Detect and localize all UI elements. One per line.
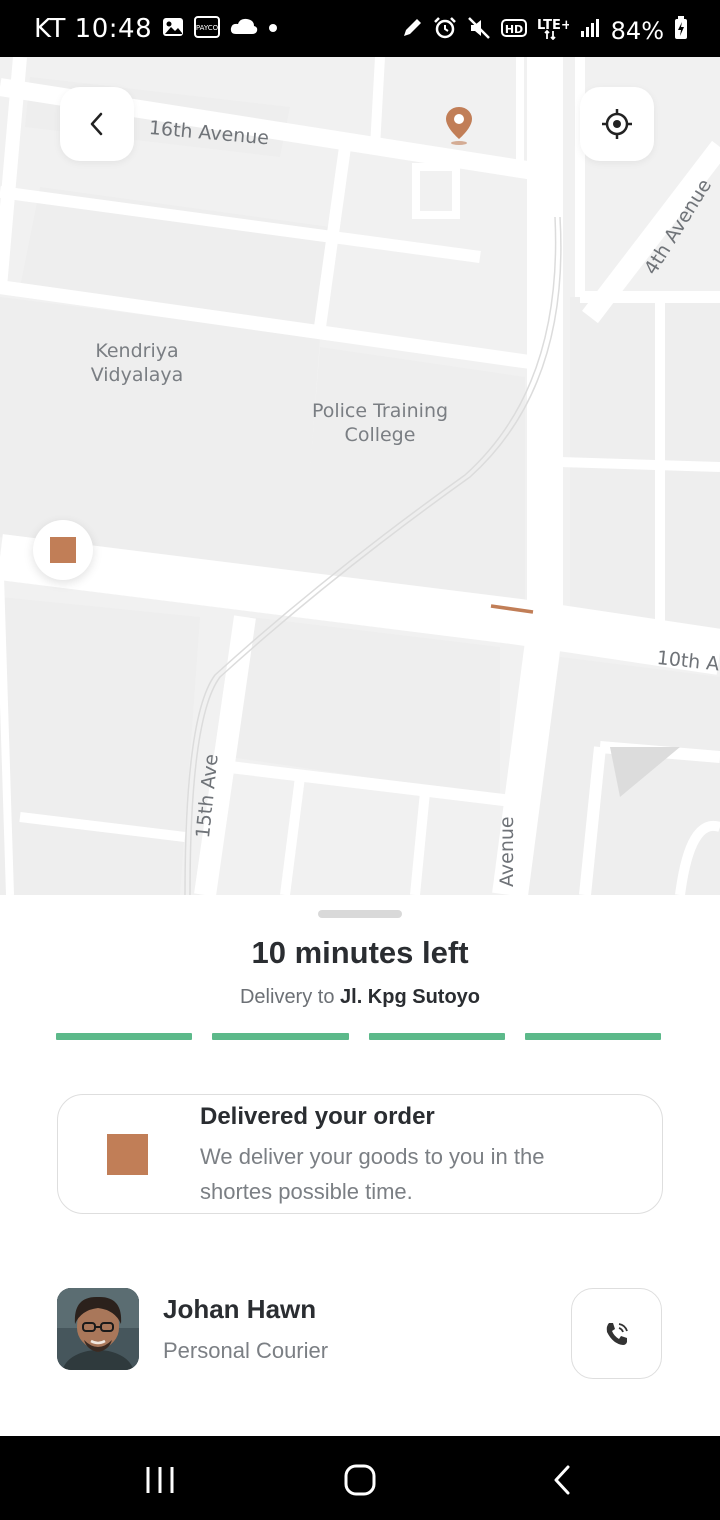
mute-icon — [467, 16, 491, 45]
signal-icon — [579, 17, 601, 44]
progress-segment — [56, 1033, 193, 1040]
map-view[interactable]: 16th Avenue 4th Avenue 10th A 15th Ave A… — [0, 57, 720, 895]
destination-pin-icon[interactable] — [444, 105, 474, 145]
courier-role: Personal Courier — [163, 1338, 329, 1363]
call-courier-button[interactable] — [571, 1288, 662, 1379]
home-icon — [344, 1464, 376, 1496]
recent-apps-button[interactable] — [130, 1460, 190, 1500]
courier-marker-square — [50, 537, 76, 563]
delivery-destination: Delivery to Jl. Kpg Sutoyo — [0, 986, 720, 1009]
progress-segment — [524, 1033, 661, 1040]
delivery-address: Jl. Kpg Sutoyo — [340, 986, 481, 1008]
payco-icon: PAYCO — [194, 15, 221, 43]
phone-icon — [606, 1322, 628, 1345]
my-location-button[interactable] — [580, 87, 654, 161]
status-left: KT 10:48 PAYCO — [34, 14, 278, 44]
status-bar: KT 10:48 PAYCO HD LTE+ 84% — [0, 0, 720, 57]
recent-apps-icon — [146, 1467, 174, 1493]
street-label-avenue: Avenue — [496, 816, 518, 887]
cloud-icon — [230, 16, 258, 43]
status-time: KT 10:48 — [34, 14, 153, 44]
back-arrow-icon — [554, 1465, 570, 1495]
courier-row: Johan Hawn Personal Courier — [57, 1288, 663, 1379]
back-button[interactable] — [60, 87, 134, 161]
crosshair-icon — [602, 109, 632, 139]
map-roads — [0, 57, 720, 895]
pen-icon — [401, 17, 423, 44]
package-icon — [107, 1134, 148, 1175]
progress-segment — [212, 1033, 349, 1040]
poi-police-training-college: Police Training College — [311, 400, 449, 446]
sheet-drag-handle[interactable] — [318, 910, 402, 918]
dot-icon — [268, 20, 278, 38]
lte-icon: LTE+ — [537, 16, 571, 45]
courier-name: Johan Hawn — [163, 1294, 317, 1324]
battery-icon — [674, 16, 688, 45]
progress-segment — [368, 1033, 505, 1040]
eta-title: 10 minutes left — [251, 935, 469, 970]
hd-icon: HD — [500, 18, 527, 43]
system-nav-bar — [0, 1436, 720, 1520]
gallery-icon — [162, 17, 184, 42]
delivery-prefix: Delivery to — [239, 986, 341, 1008]
svg-text:PAYCO: PAYCO — [196, 24, 219, 32]
svg-text:HD: HD — [504, 23, 522, 36]
delivery-progress-bar — [56, 1033, 661, 1041]
status-title: Delivered your order — [200, 1103, 435, 1130]
status-description: We deliver your goods to you in the shor… — [200, 1144, 545, 1204]
chevron-left-icon — [90, 112, 103, 136]
alarm-icon — [433, 16, 457, 45]
delivery-bottom-sheet: 10 minutes left Delivery to Jl. Kpg Suto… — [0, 895, 720, 1436]
courier-location-marker[interactable] — [33, 520, 93, 580]
courier-avatar — [57, 1288, 139, 1370]
status-right: HD LTE+ 84% — [401, 16, 688, 45]
home-button[interactable] — [330, 1460, 390, 1500]
poi-kendriya-vidyalaya: Kendriya Vidyalaya — [90, 340, 184, 386]
battery-percent: 84% — [610, 16, 664, 45]
delivery-status-card: Delivered your order We deliver your goo… — [57, 1094, 663, 1214]
back-nav-button[interactable] — [532, 1460, 592, 1500]
svg-text:LTE+: LTE+ — [537, 18, 569, 33]
